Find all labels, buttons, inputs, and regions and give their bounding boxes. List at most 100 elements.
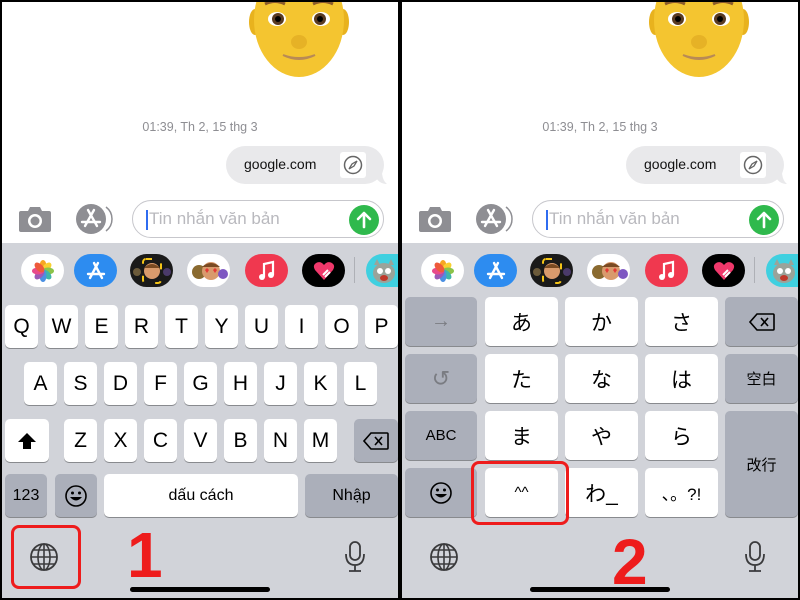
text-caret (546, 210, 548, 230)
key-w[interactable]: W (45, 305, 78, 348)
microphone-icon[interactable] (344, 540, 366, 574)
key-e[interactable]: E (85, 305, 118, 348)
digital-touch-app-icon[interactable] (302, 254, 345, 287)
keyboard-qwerty: Q W E R T Y U I O P A S D F G H J K L Z … (2, 243, 398, 598)
memoji-stickers-app-icon[interactable] (187, 254, 230, 287)
kana-key-ma[interactable]: ま (485, 411, 558, 460)
memoji-avatar (649, 2, 749, 77)
return-key[interactable]: 改行 (725, 411, 798, 517)
kana-key-ha[interactable]: は (645, 354, 718, 403)
globe-icon[interactable] (427, 540, 461, 574)
shift-icon (18, 432, 36, 449)
key-r[interactable]: R (125, 305, 158, 348)
message-input[interactable]: Tin nhắn văn bản (132, 200, 384, 238)
emoji-key[interactable] (55, 474, 97, 517)
music-app-icon[interactable] (245, 254, 288, 287)
app-store-button[interactable] (475, 203, 513, 235)
camera-button[interactable] (418, 205, 452, 233)
space-key[interactable]: dấu cách (104, 474, 298, 517)
highlight-globe-key (11, 525, 81, 589)
key-m[interactable]: M (304, 419, 337, 462)
key-d[interactable]: D (104, 362, 137, 405)
kana-key-ya[interactable]: や (565, 411, 638, 460)
text-caret (146, 210, 148, 230)
kana-key-ra[interactable]: ら (645, 411, 718, 460)
kana-key-na[interactable]: な (565, 354, 638, 403)
memoji-camera-app-icon[interactable] (130, 254, 173, 287)
kana-key-a[interactable]: あ (485, 297, 558, 346)
talking-tom-app-icon[interactable] (766, 254, 798, 287)
key-q[interactable]: Q (5, 305, 38, 348)
app-store-app-icon[interactable] (474, 254, 517, 287)
delete-key[interactable] (725, 297, 798, 346)
photos-app-icon[interactable] (21, 254, 64, 287)
key-f[interactable]: F (144, 362, 177, 405)
message-bubble[interactable]: google.com (626, 146, 784, 184)
emoji-icon (65, 484, 87, 507)
strip-divider (354, 257, 355, 283)
numbers-key[interactable]: 123 (5, 474, 47, 517)
kana-key-sa[interactable]: さ (645, 297, 718, 346)
key-g[interactable]: G (184, 362, 217, 405)
key-v[interactable]: V (184, 419, 217, 462)
input-placeholder: Tin nhắn văn bản (149, 209, 280, 228)
music-app-icon[interactable] (645, 254, 688, 287)
kana-key-ka[interactable]: か (565, 297, 638, 346)
key-s[interactable]: S (64, 362, 97, 405)
message-input[interactable]: Tin nhắn văn bản (532, 200, 784, 238)
camera-icon (419, 207, 451, 232)
emoji-icon (430, 481, 452, 504)
app-store-icon (476, 204, 513, 234)
digital-touch-app-icon[interactable] (702, 254, 745, 287)
step-number: 2 (612, 526, 648, 598)
space-key[interactable]: 空白 (725, 354, 798, 403)
next-candidate-key[interactable]: → (405, 297, 477, 346)
key-u[interactable]: U (245, 305, 278, 348)
key-l[interactable]: L (344, 362, 377, 405)
camera-button[interactable] (18, 205, 52, 233)
abc-key[interactable]: ABC (405, 411, 477, 460)
key-y[interactable]: Y (205, 305, 238, 348)
key-h[interactable]: H (224, 362, 257, 405)
app-store-button[interactable] (75, 203, 113, 235)
link-text[interactable]: google.com (644, 156, 716, 172)
message-bubble[interactable]: google.com (226, 146, 384, 184)
app-store-app-icon[interactable] (74, 254, 117, 287)
key-i[interactable]: I (285, 305, 318, 348)
home-indicator (530, 587, 670, 592)
key-j[interactable]: J (264, 362, 297, 405)
key-o[interactable]: O (325, 305, 358, 348)
camera-icon (19, 207, 51, 232)
key-t[interactable]: T (165, 305, 198, 348)
send-button[interactable] (749, 205, 779, 235)
key-z[interactable]: Z (64, 419, 97, 462)
memoji-avatar (249, 2, 349, 77)
send-button[interactable] (349, 205, 379, 235)
key-c[interactable]: C (144, 419, 177, 462)
microphone-icon[interactable] (744, 540, 766, 574)
return-key[interactable]: Nhập (305, 474, 398, 517)
key-n[interactable]: N (264, 419, 297, 462)
key-a[interactable]: A (24, 362, 57, 405)
imessage-app-strip (2, 243, 398, 299)
arrow-up-icon (356, 211, 372, 229)
delete-key[interactable] (354, 419, 398, 462)
photos-app-icon[interactable] (421, 254, 464, 287)
kana-key-wa[interactable]: わ_ (565, 468, 638, 517)
key-x[interactable]: X (104, 419, 137, 462)
memoji-stickers-app-icon[interactable] (587, 254, 630, 287)
kana-key-ta[interactable]: た (485, 354, 558, 403)
shift-key[interactable] (5, 419, 49, 462)
key-p[interactable]: P (365, 305, 398, 348)
undo-key[interactable]: ↺ (405, 354, 477, 403)
strip-divider (754, 257, 755, 283)
key-b[interactable]: B (224, 419, 257, 462)
message-timestamp: 01:39, Th 2, 15 thg 3 (142, 120, 258, 134)
compass-icon (740, 152, 766, 178)
key-k[interactable]: K (304, 362, 337, 405)
link-text[interactable]: google.com (244, 156, 316, 172)
memoji-camera-app-icon[interactable] (530, 254, 573, 287)
talking-tom-app-icon[interactable] (366, 254, 398, 287)
punctuation-key[interactable]: 、。?! (645, 468, 718, 517)
emoji-key[interactable] (405, 468, 477, 517)
